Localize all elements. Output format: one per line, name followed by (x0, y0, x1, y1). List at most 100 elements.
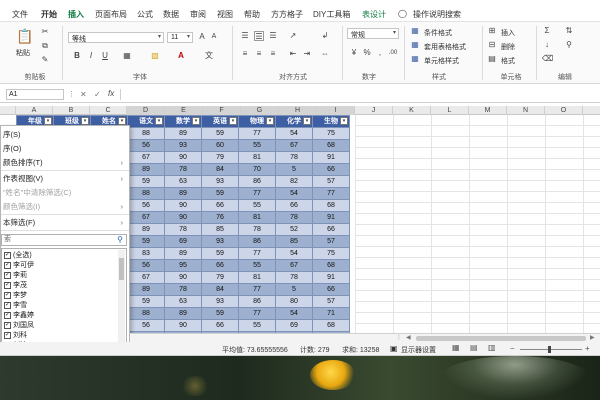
more-icon[interactable]: ⋮ (68, 90, 75, 98)
tab-data[interactable]: 数据 (163, 9, 179, 20)
table-cell[interactable]: 69 (164, 235, 202, 248)
table-cell[interactable]: 67 (127, 211, 165, 224)
table-cell[interactable]: 54 (275, 187, 313, 200)
scrollbar-thumb[interactable] (119, 258, 124, 280)
cell-style-button[interactable]: 单元格样式 (424, 56, 459, 66)
filter-dropdown-icon[interactable]: ▾ (266, 117, 274, 125)
insert-button[interactable]: 插入 (501, 28, 515, 38)
filter-list-item[interactable]: ✓ 李莉 (4, 271, 27, 281)
table-cell[interactable]: 89 (164, 307, 202, 320)
filter-menu-item[interactable]: 本筛选(F) › (1, 216, 129, 230)
table-cell[interactable]: 68 (312, 139, 350, 152)
col-header[interactable]: G (241, 106, 279, 115)
checkbox-checked-icon[interactable]: ✓ (4, 281, 11, 289)
delete-button[interactable]: 删除 (501, 42, 515, 52)
table-cell[interactable]: 76 (201, 211, 239, 224)
tab-review[interactable]: 审阅 (190, 9, 206, 20)
conditional-format-button[interactable]: 条件格式 (424, 28, 452, 38)
search-help-label[interactable]: 操作说明搜索 (413, 9, 461, 20)
checkbox-checked-icon[interactable]: ✓ (4, 271, 11, 279)
table-cell[interactable]: 90 (164, 319, 202, 332)
zoom-out-icon[interactable]: − (510, 344, 515, 353)
table-cell[interactable]: 93 (201, 175, 239, 188)
increase-font-icon[interactable]: A (197, 32, 207, 42)
filter-dropdown-icon[interactable]: ▾ (155, 117, 163, 125)
font-name-select[interactable]: 等线 ▾ (68, 32, 164, 43)
align-bottom-icon[interactable]: ☰ (268, 31, 278, 41)
tab-page-layout[interactable]: 页面布局 (95, 9, 127, 20)
decrease-font-icon[interactable]: A (209, 32, 219, 42)
filter-list-item[interactable]: ✓ 李雪 (4, 301, 27, 311)
filter-list-item[interactable]: ✓ (全选) (4, 251, 32, 261)
tab-home[interactable]: 开始 (41, 9, 57, 20)
scroll-right-icon[interactable]: ▶ (590, 334, 595, 341)
filter-menu-item[interactable]: 颜色排序(T) › (1, 156, 129, 170)
table-cell[interactable]: 52 (275, 223, 313, 236)
table-cell[interactable]: 82 (275, 175, 313, 188)
table-cell[interactable]: 84 (201, 283, 239, 296)
checkbox-checked-icon[interactable]: ✓ (4, 321, 11, 329)
table-cell[interactable]: 57 (312, 235, 350, 248)
table-cell[interactable]: 90 (164, 271, 202, 284)
table-cell[interactable]: 91 (312, 151, 350, 164)
normal-view-icon[interactable]: ▦ (452, 343, 460, 352)
filter-dropdown-icon[interactable]: ▾ (192, 117, 200, 125)
table-cell[interactable]: 85 (275, 235, 313, 248)
table-cell[interactable]: 81 (238, 211, 276, 224)
table-header-cell[interactable]: 数学 ▾ (164, 115, 202, 128)
col-header[interactable]: I (317, 106, 355, 115)
table-cell[interactable]: 78 (164, 223, 202, 236)
table-cell[interactable]: 56 (127, 319, 165, 332)
autosum-icon[interactable]: Σ (542, 26, 552, 36)
table-cell[interactable]: 90 (164, 211, 202, 224)
paste-icon[interactable]: 📋 (16, 28, 33, 44)
filter-dropdown-icon[interactable]: ▾ (303, 117, 311, 125)
filter-list-item[interactable]: ✓ 李梦 (4, 291, 27, 301)
align-left-icon[interactable]: ≡ (240, 49, 250, 59)
table-cell[interactable]: 66 (275, 199, 313, 212)
paste-button[interactable]: 粘贴 (16, 48, 30, 58)
col-header[interactable]: C (90, 106, 127, 115)
display-settings-button[interactable]: 显示器设置 (401, 345, 436, 355)
italic-icon[interactable]: I (86, 51, 96, 61)
filter-list-item[interactable]: ✓ 李鑫婷 (4, 311, 34, 321)
merge-center-icon[interactable]: ⇔ (320, 49, 330, 59)
table-cell[interactable]: 66 (201, 199, 239, 212)
table-cell[interactable]: 86 (238, 235, 276, 248)
table-cell[interactable]: 54 (275, 247, 313, 260)
filter-list-item[interactable]: ✓ 刘科 (4, 331, 27, 341)
table-cell[interactable]: 67 (127, 151, 165, 164)
table-cell[interactable]: 85 (201, 223, 239, 236)
checkbox-checked-icon[interactable]: ✓ (4, 291, 11, 299)
copy-icon[interactable]: ⧉ (40, 41, 50, 51)
table-cell[interactable]: 78 (275, 271, 313, 284)
table-cell[interactable]: 55 (238, 139, 276, 152)
table-cell[interactable]: 67 (275, 259, 313, 272)
table-cell[interactable]: 59 (201, 247, 239, 260)
table-cell[interactable]: 78 (275, 151, 313, 164)
filter-search-input[interactable]: 索 ⚲ (1, 234, 127, 246)
tab-formulas[interactable]: 公式 (137, 9, 153, 20)
table-cell[interactable]: 56 (127, 199, 165, 212)
table-cell[interactable]: 66 (201, 319, 239, 332)
table-cell[interactable]: 66 (201, 259, 239, 272)
table-cell[interactable]: 79 (201, 271, 239, 284)
table-cell[interactable]: 86 (238, 295, 276, 308)
checkbox-checked-icon[interactable]: ✓ (4, 331, 11, 339)
table-cell[interactable]: 88 (127, 127, 165, 140)
zoom-slider[interactable] (520, 349, 582, 350)
col-header[interactable]: A (16, 106, 53, 115)
filter-menu-item[interactable]: 序(O) (1, 142, 129, 156)
filter-dropdown-icon[interactable]: ▾ (229, 117, 237, 125)
col-header[interactable]: M (469, 106, 507, 115)
table-cell[interactable]: 89 (127, 223, 165, 236)
col-header[interactable]: L (431, 106, 469, 115)
table-cell[interactable]: 59 (201, 127, 239, 140)
page-layout-view-icon[interactable]: ▤ (470, 343, 478, 352)
tab-table-design[interactable]: 表设计 (362, 9, 386, 20)
table-header-cell[interactable]: 语文 ▾ (127, 115, 165, 128)
col-header[interactable]: J (355, 106, 393, 115)
table-cell[interactable]: 56 (127, 259, 165, 272)
zoom-slider-thumb[interactable] (548, 346, 551, 353)
tab-help[interactable]: 帮助 (244, 9, 260, 20)
